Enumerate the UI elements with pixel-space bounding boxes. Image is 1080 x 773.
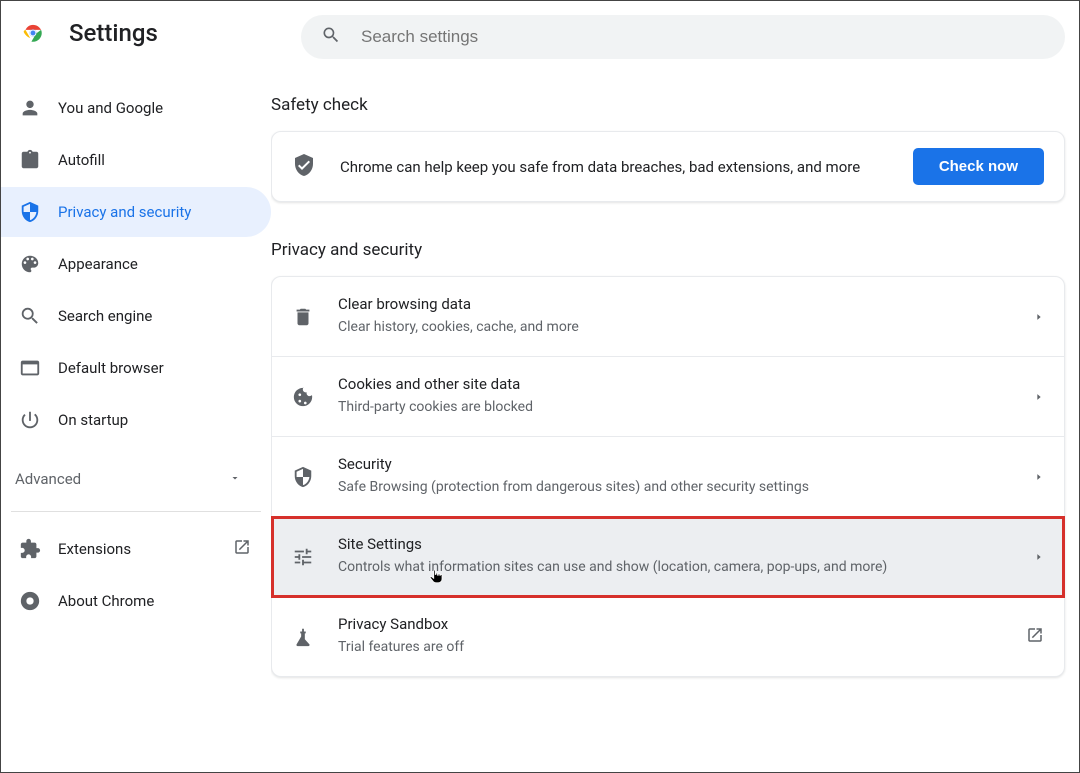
row-privacy-sandbox[interactable]: Privacy Sandbox Trial features are off <box>272 597 1064 676</box>
trash-icon <box>292 306 314 328</box>
advanced-label: Advanced <box>15 470 81 488</box>
sidebar-item-autofill[interactable]: Autofill <box>1 135 271 185</box>
header: Settings <box>1 1 1079 65</box>
chevron-right-icon <box>1034 387 1044 406</box>
sidebar-item-on-startup[interactable]: On startup <box>1 395 271 445</box>
chrome-logo-icon <box>19 19 47 47</box>
sidebar-item-label: About Chrome <box>58 592 154 610</box>
chevron-right-icon <box>1034 547 1044 566</box>
row-subtitle: Safe Browsing (protection from dangerous… <box>338 477 1034 498</box>
check-now-button[interactable]: Check now <box>913 148 1044 185</box>
sidebar-item-default-browser[interactable]: Default browser <box>1 343 271 393</box>
row-text: Clear browsing data Clear history, cooki… <box>338 295 1034 338</box>
chevron-right-icon <box>1034 467 1044 486</box>
sidebar-item-about-chrome[interactable]: About Chrome <box>1 576 271 626</box>
chrome-icon <box>19 590 41 612</box>
row-cookies[interactable]: Cookies and other site data Third-party … <box>272 357 1064 437</box>
row-text: Cookies and other site data Third-party … <box>338 375 1034 418</box>
sidebar-item-you-and-google[interactable]: You and Google <box>1 83 271 133</box>
row-title: Security <box>338 455 1034 473</box>
search-icon <box>19 305 41 327</box>
sidebar-item-label: On startup <box>58 411 128 429</box>
safety-check-card: Chrome can help keep you safe from data … <box>271 131 1065 202</box>
browser-icon <box>19 357 41 379</box>
search-input[interactable] <box>361 27 1045 47</box>
clipboard-icon <box>19 149 41 171</box>
tune-icon <box>292 546 314 568</box>
open-in-new-icon <box>1026 626 1044 648</box>
search-bar[interactable] <box>301 15 1065 59</box>
cookie-icon <box>292 386 314 408</box>
content-wrapper: You and Google Autofill Privacy and secu… <box>1 65 1079 772</box>
sidebar-item-label: Appearance <box>58 255 138 273</box>
row-clear-browsing-data[interactable]: Clear browsing data Clear history, cooki… <box>272 277 1064 357</box>
row-text: Privacy Sandbox Trial features are off <box>338 615 1026 658</box>
row-subtitle: Trial features are off <box>338 637 1026 658</box>
palette-icon <box>19 253 41 275</box>
privacy-security-title: Privacy and security <box>271 240 1065 260</box>
row-title: Privacy Sandbox <box>338 615 1026 633</box>
divider <box>11 511 261 512</box>
sidebar-item-label: Autofill <box>58 151 105 169</box>
safety-check-title: Safety check <box>271 95 1065 115</box>
flask-icon <box>292 626 314 648</box>
row-site-settings[interactable]: Site Settings Controls what information … <box>272 517 1064 597</box>
row-subtitle: Third-party cookies are blocked <box>338 397 1034 418</box>
sidebar-item-search-engine[interactable]: Search engine <box>1 291 271 341</box>
main: Safety check Chrome can help keep you sa… <box>271 65 1079 772</box>
chevron-right-icon <box>1034 307 1044 326</box>
open-in-new-icon <box>233 538 251 560</box>
power-icon <box>19 409 41 431</box>
row-subtitle: Clear history, cookies, cache, and more <box>338 317 1034 338</box>
sidebar-item-label: Privacy and security <box>58 203 191 221</box>
row-text: Security Safe Browsing (protection from … <box>338 455 1034 498</box>
shield-icon <box>19 201 41 223</box>
sidebar-item-label: Default browser <box>58 359 164 377</box>
sidebar-item-appearance[interactable]: Appearance <box>1 239 271 289</box>
sidebar-item-label: Extensions <box>58 540 131 558</box>
privacy-security-card: Clear browsing data Clear history, cooki… <box>271 276 1065 677</box>
row-text: Site Settings Controls what information … <box>338 535 1034 578</box>
row-title: Clear browsing data <box>338 295 1034 313</box>
shield-check-icon <box>292 153 316 181</box>
shield-icon <box>292 466 314 488</box>
search-icon <box>321 25 361 49</box>
row-title: Cookies and other site data <box>338 375 1034 393</box>
sidebar-item-label: Search engine <box>58 307 152 325</box>
person-icon <box>19 97 41 119</box>
row-title: Site Settings <box>338 535 1034 553</box>
page-title: Settings <box>69 19 158 47</box>
sidebar-advanced[interactable]: Advanced <box>1 453 271 505</box>
row-security[interactable]: Security Safe Browsing (protection from … <box>272 437 1064 517</box>
sidebar-item-label: You and Google <box>58 99 163 117</box>
sidebar-item-privacy-and-security[interactable]: Privacy and security <box>1 187 271 237</box>
sidebar: You and Google Autofill Privacy and secu… <box>1 65 271 772</box>
chevron-down-icon <box>229 470 241 488</box>
row-subtitle: Controls what information sites can use … <box>338 557 1034 578</box>
header-left: Settings <box>1 19 301 47</box>
safety-check-text: Chrome can help keep you safe from data … <box>340 155 913 179</box>
sidebar-item-extensions[interactable]: Extensions <box>1 524 271 574</box>
extension-icon <box>19 538 41 560</box>
